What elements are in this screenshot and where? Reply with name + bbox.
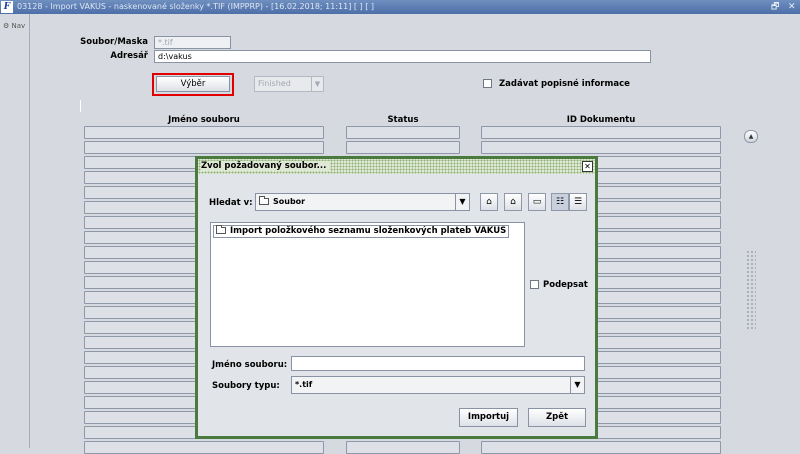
window-titlebar: F 03128 - Import VAKUS - naskenované slo… <box>0 0 800 14</box>
chevron-down-icon: ▼ <box>311 77 323 91</box>
import-button[interactable]: Importuj <box>459 408 518 427</box>
select-button[interactable]: Výběr <box>156 76 230 92</box>
describe-checkbox[interactable] <box>483 79 492 88</box>
vertical-scrollbar[interactable]: ▲ <box>744 130 758 448</box>
folder-icon <box>216 225 226 234</box>
column-header-document-id: ID Dokumentu <box>566 115 636 125</box>
file-chooser-dialog: Zvol požadovaný soubor... ✕ Hledat v: So… <box>195 156 598 439</box>
column-header-filename: Jméno souboru <box>168 115 240 125</box>
filename-input[interactable] <box>291 356 585 371</box>
describe-checkbox-label: Zadávat popisné informace <box>499 79 630 89</box>
back-button[interactable]: Zpět <box>528 408 586 427</box>
list-item[interactable]: Import položkového seznamu složenkových … <box>213 225 510 238</box>
mask-input[interactable]: *.tif <box>154 36 231 49</box>
sign-label: Podepsat <box>543 280 588 290</box>
dialog-titlebar: Zvol požadovaný soubor... ✕ <box>198 159 595 174</box>
filetype-label: Soubory typu: <box>212 381 280 391</box>
chevron-down-icon: ▼ <box>455 194 469 210</box>
window-title: 03128 - Import VAKUS - naskenované slože… <box>17 2 374 11</box>
dialog-close-icon[interactable]: ✕ <box>582 161 593 172</box>
table-cell[interactable] <box>84 126 324 139</box>
list-view-icon[interactable]: ☷ <box>551 193 569 211</box>
up-folder-icon[interactable]: ⌂ <box>480 193 498 211</box>
filename-label: Jméno souboru: <box>212 360 288 370</box>
app-logo-icon: F <box>1 1 13 13</box>
nav-label: Nav <box>11 22 26 30</box>
status-combo[interactable]: Finished ▼ <box>254 76 324 92</box>
status-combo-value: Finished <box>258 79 291 88</box>
scroll-up-icon[interactable]: ▲ <box>744 130 758 143</box>
column-header-status: Status <box>387 115 419 125</box>
look-in-combo[interactable]: Soubor ▼ <box>255 193 470 211</box>
look-in-label: Hledat v: <box>209 198 253 208</box>
sign-checkbox[interactable] <box>530 280 539 289</box>
table-cell[interactable] <box>481 141 721 154</box>
nav-toggle[interactable]: ⚙ Nav <box>3 22 25 30</box>
table-cell[interactable] <box>346 141 460 154</box>
file-list[interactable]: Import položkového seznamu složenkových … <box>210 222 525 347</box>
dialog-title: Zvol požadovaný soubor... <box>201 161 331 171</box>
file-item-label: Import položkového seznamu složenkových … <box>230 226 507 236</box>
text-cursor <box>80 100 81 112</box>
home-icon[interactable]: ⌂ <box>504 193 522 211</box>
restore-window-icon[interactable]: 🗗 <box>771 0 779 14</box>
look-in-value: Soubor <box>273 197 306 206</box>
folder-icon <box>259 196 269 205</box>
mask-label: Soubor/Maska <box>80 37 148 47</box>
filetype-combo[interactable]: *.tif ▼ <box>291 376 585 394</box>
new-folder-icon[interactable]: ▭ <box>528 193 546 211</box>
details-view-icon[interactable]: ☰ <box>569 193 587 211</box>
chevron-down-icon: ▼ <box>570 377 584 393</box>
directory-label: Adresář <box>110 51 148 61</box>
directory-input[interactable]: d:\vakus <box>154 50 651 63</box>
table-cell[interactable] <box>346 126 460 139</box>
scrollbar-grip[interactable] <box>746 250 756 330</box>
filetype-value: *.tif <box>295 380 313 389</box>
close-window-icon[interactable]: ✕ <box>788 0 796 14</box>
navigator-panel: ⚙ Nav <box>0 14 30 448</box>
table-cell[interactable] <box>481 126 721 139</box>
table-cell[interactable] <box>84 141 324 154</box>
